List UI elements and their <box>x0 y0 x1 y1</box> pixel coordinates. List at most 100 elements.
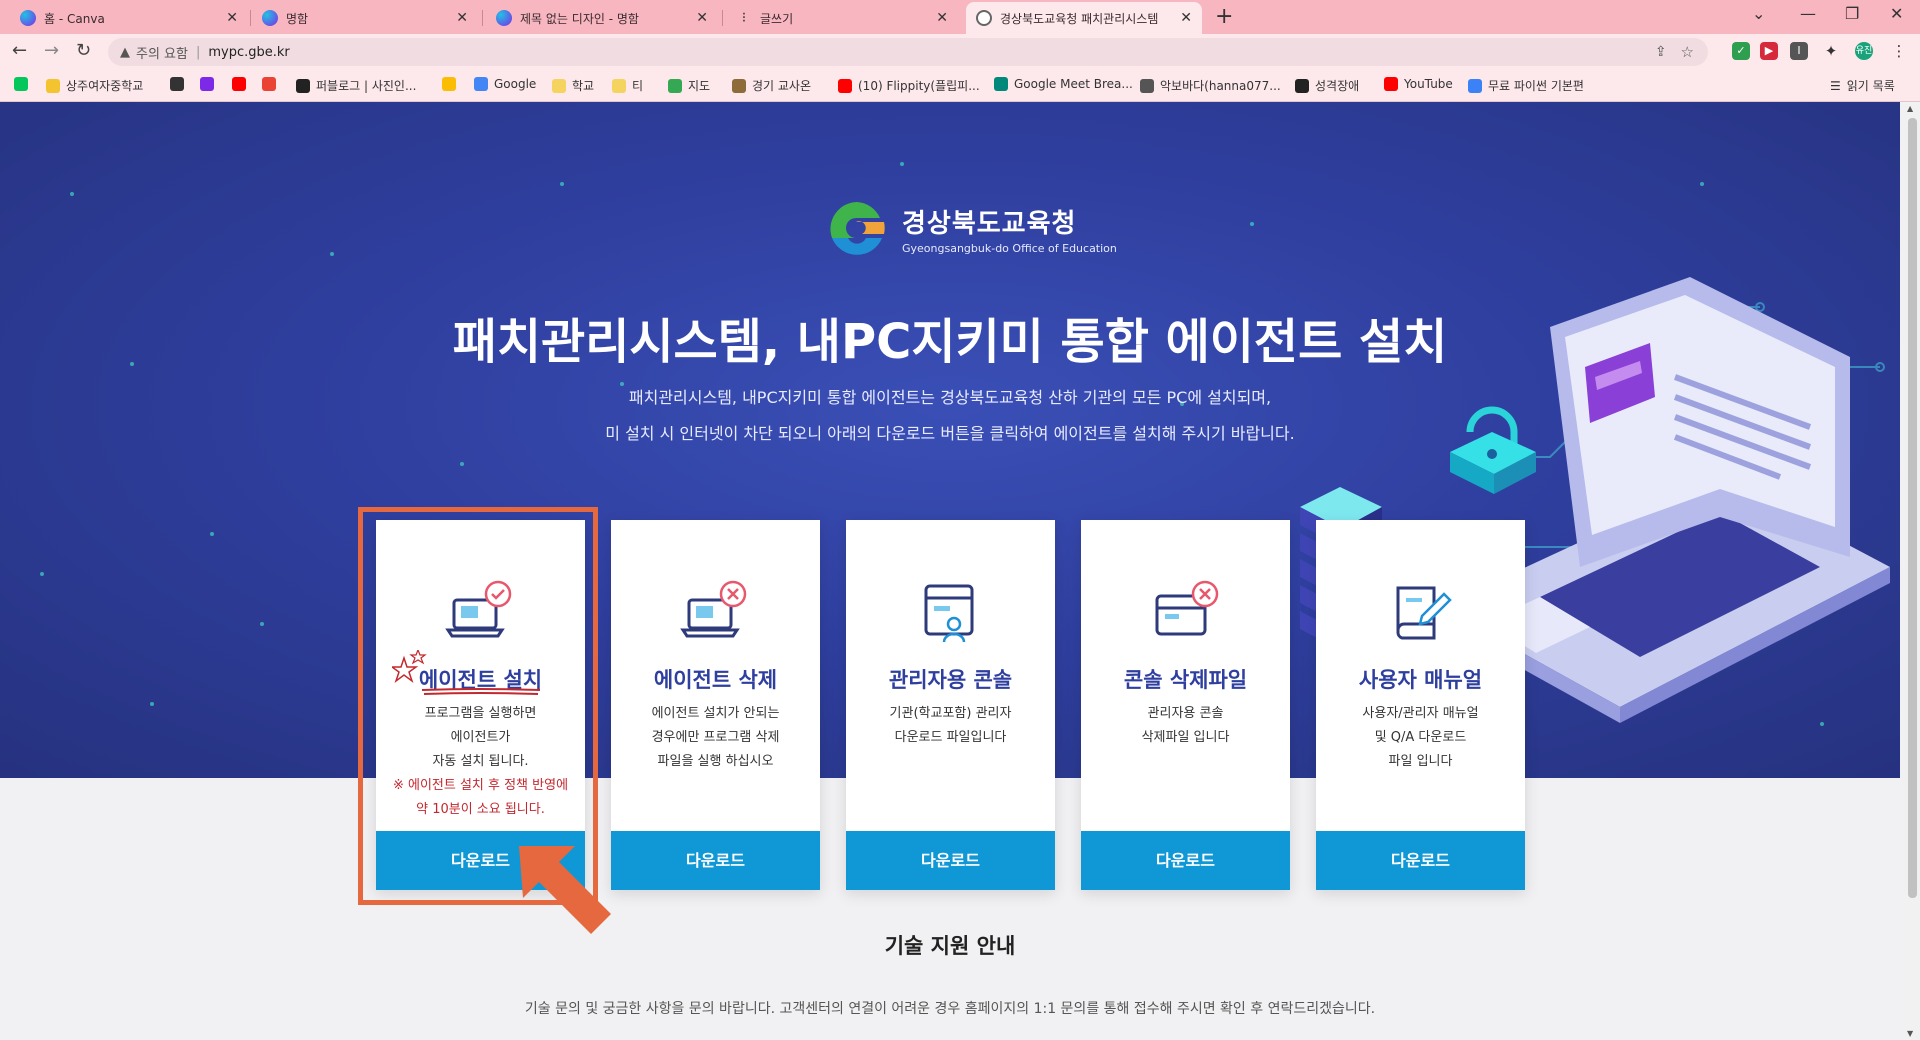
url-text: mypc.gbe.kr <box>208 44 290 60</box>
puzzle-icon[interactable]: ✦ <box>1822 42 1840 60</box>
card-title: 콘솔 삭제파일 <box>1123 668 1248 692</box>
youtube-icon <box>838 78 852 93</box>
support-description: 기술 문의 및 궁금한 사항을 문의 바랍니다. 고객센터의 연결이 어려운 경… <box>524 1001 1376 1017</box>
tab-untitled-design[interactable]: 제목 없는 디자인 - 명함 ✕ <box>486 2 718 34</box>
share-icon[interactable]: ⇪ <box>1655 44 1667 60</box>
scroll-up-icon[interactable]: ▲ <box>1907 104 1913 113</box>
bookmark-item[interactable]: 티 <box>612 77 643 94</box>
close-icon[interactable]: ✕ <box>936 10 948 26</box>
bookmark-item[interactable]: Google Meet Brea... <box>994 77 1133 91</box>
gbe-logo: 경상북도교육청 Gyeongsangbuk-do Office of Educa… <box>826 198 1117 260</box>
manual-book-icon <box>1396 586 1452 640</box>
close-icon[interactable]: ✕ <box>696 10 708 26</box>
forward-arrow-icon[interactable]: → <box>44 40 59 61</box>
music-icon <box>1140 78 1154 93</box>
bookmark-label: 성격장애 <box>1315 79 1360 93</box>
bookmark-item[interactable] <box>232 77 252 91</box>
bookmark-item[interactable]: 지도 <box>668 77 710 94</box>
annotation-arrow-icon <box>519 846 611 934</box>
bookmark-item[interactable] <box>442 77 462 91</box>
bookmark-item[interactable]: 무료 파이썬 기본편 <box>1468 77 1584 94</box>
bookmark-item[interactable] <box>262 77 282 91</box>
folder-icon <box>612 78 626 93</box>
desc-line: 경우에만 프로그램 삭제 <box>651 730 780 745</box>
bookmark-star-icon[interactable]: ☆ <box>1681 43 1694 61</box>
google-icon <box>474 77 488 91</box>
extension-icon[interactable]: I <box>1790 42 1808 60</box>
video-extension-icon[interactable]: ▶ <box>1760 42 1778 60</box>
folder-icon <box>552 78 566 93</box>
tab-title: 글쓰기 <box>760 11 794 26</box>
close-icon[interactable]: ✕ <box>226 10 238 26</box>
new-tab-button[interactable]: + <box>1215 4 1233 29</box>
page-scrollbar[interactable]: ▲ ▼ <box>1904 102 1920 1040</box>
bookmark-label: Google Meet Brea... <box>1014 77 1133 91</box>
minimize-button[interactable]: — <box>1800 4 1816 23</box>
teacher-icon <box>732 78 746 93</box>
tab-patch-system[interactable]: 경상북도교육청 패치관리시스템 ✕ <box>966 2 1202 34</box>
maps-icon <box>668 78 682 93</box>
youtube-icon <box>1384 77 1398 91</box>
bookmark-label: 티 <box>632 79 644 93</box>
address-bar[interactable]: ▲ 주의 요함 | mypc.gbe.kr ⇪ ☆ <box>108 38 1708 66</box>
bookmark-item[interactable]: (10) Flippity(플립피... <box>838 77 980 94</box>
bookmark-item[interactable] <box>14 77 34 91</box>
bookmark-label: 퍼블로그 | 사진인... <box>316 79 417 93</box>
annotation-stars-icon <box>392 650 427 684</box>
bookmark-item[interactable] <box>170 77 190 91</box>
close-icon[interactable]: ✕ <box>1180 10 1192 26</box>
reading-list-label: 읽기 목록 <box>1846 79 1895 93</box>
bookmark-label: 지도 <box>688 79 711 93</box>
bookmarks-bar: ☰ 읽기 목록 상주여자중학교 퍼블로그 | 사진인... Google 학교 티 지도 경… <box>0 70 1920 102</box>
window-close-button[interactable]: ✕ <box>1890 4 1903 23</box>
bookmark-item[interactable] <box>200 77 220 91</box>
reload-icon[interactable]: ↻ <box>76 40 91 61</box>
scrollbar-thumb[interactable] <box>1908 118 1917 898</box>
canva-icon <box>496 10 512 26</box>
download-button[interactable]: 다운로드 <box>611 831 820 890</box>
bookmark-label: 학교 <box>572 79 595 93</box>
vrew-icon <box>170 77 184 91</box>
gmail-icon <box>262 77 276 91</box>
profile-avatar[interactable]: 유진 <box>1855 42 1873 60</box>
globe-icon <box>976 10 992 26</box>
tab-writing[interactable]: ⁝ 글쓰기 ✕ <box>726 2 958 34</box>
desc-line: 다운로드 파일입니다 <box>894 730 1007 745</box>
gbe-logo-mark-icon <box>830 202 885 255</box>
close-icon[interactable]: ✕ <box>456 10 468 26</box>
menu-kebab-icon[interactable]: ⋮ <box>1890 42 1908 60</box>
card-description: 기관(학교포함) 관리자 다운로드 파일입니다 <box>846 702 1055 750</box>
tab-title: 홈 - Canva <box>44 11 105 26</box>
restore-button[interactable]: ❐ <box>1845 4 1859 23</box>
scroll-down-icon[interactable]: ▼ <box>1907 1029 1913 1038</box>
laptop-x-icon <box>680 580 747 638</box>
tab-business-card[interactable]: 명함 ✕ <box>252 2 478 34</box>
tab-search-icon[interactable]: ⌄ <box>1752 4 1765 23</box>
bookmark-label: Google <box>494 77 537 91</box>
shield-extension-icon[interactable]: ✓ <box>1732 42 1750 60</box>
bookmark-item[interactable]: 학교 <box>552 77 594 94</box>
download-button[interactable]: 다운로드 <box>1081 831 1290 890</box>
bookmark-item[interactable]: Google <box>474 77 536 91</box>
meet-icon <box>994 77 1008 91</box>
drive-icon <box>442 77 456 91</box>
card-description: 사용자/관리자 매뉴얼 및 Q/A 다운로드 파일 입니다 <box>1316 702 1525 774</box>
bookmark-item[interactable]: 퍼블로그 | 사진인... <box>296 77 416 94</box>
annotation-underline <box>421 688 541 695</box>
tab-canva-home[interactable]: 홈 - Canva ✕ <box>10 2 248 34</box>
reading-list[interactable]: ☰ 읽기 목록 <box>1830 77 1895 94</box>
bookmark-item[interactable]: 경기 교사온 <box>732 77 811 94</box>
bookmark-item[interactable]: 성격장애 <box>1295 77 1359 94</box>
bookmark-item[interactable]: YouTube <box>1384 77 1453 91</box>
download-button[interactable]: 다운로드 <box>846 831 1055 890</box>
bookmark-item[interactable]: 악보바다(hanna077... <box>1140 77 1281 94</box>
download-button[interactable]: 다운로드 <box>1316 831 1525 890</box>
canva-icon <box>20 10 36 26</box>
warning-icon: ▲ <box>120 44 130 60</box>
back-arrow-icon[interactable]: ← <box>12 40 27 61</box>
logo-korean: 경상북도교육청 <box>902 209 1077 239</box>
tab-title: 경상북도교육청 패치관리시스템 <box>1000 11 1159 26</box>
bookmark-item[interactable]: 상주여자중학교 <box>46 77 143 94</box>
school-icon <box>46 78 60 93</box>
naver-icon <box>14 77 28 91</box>
